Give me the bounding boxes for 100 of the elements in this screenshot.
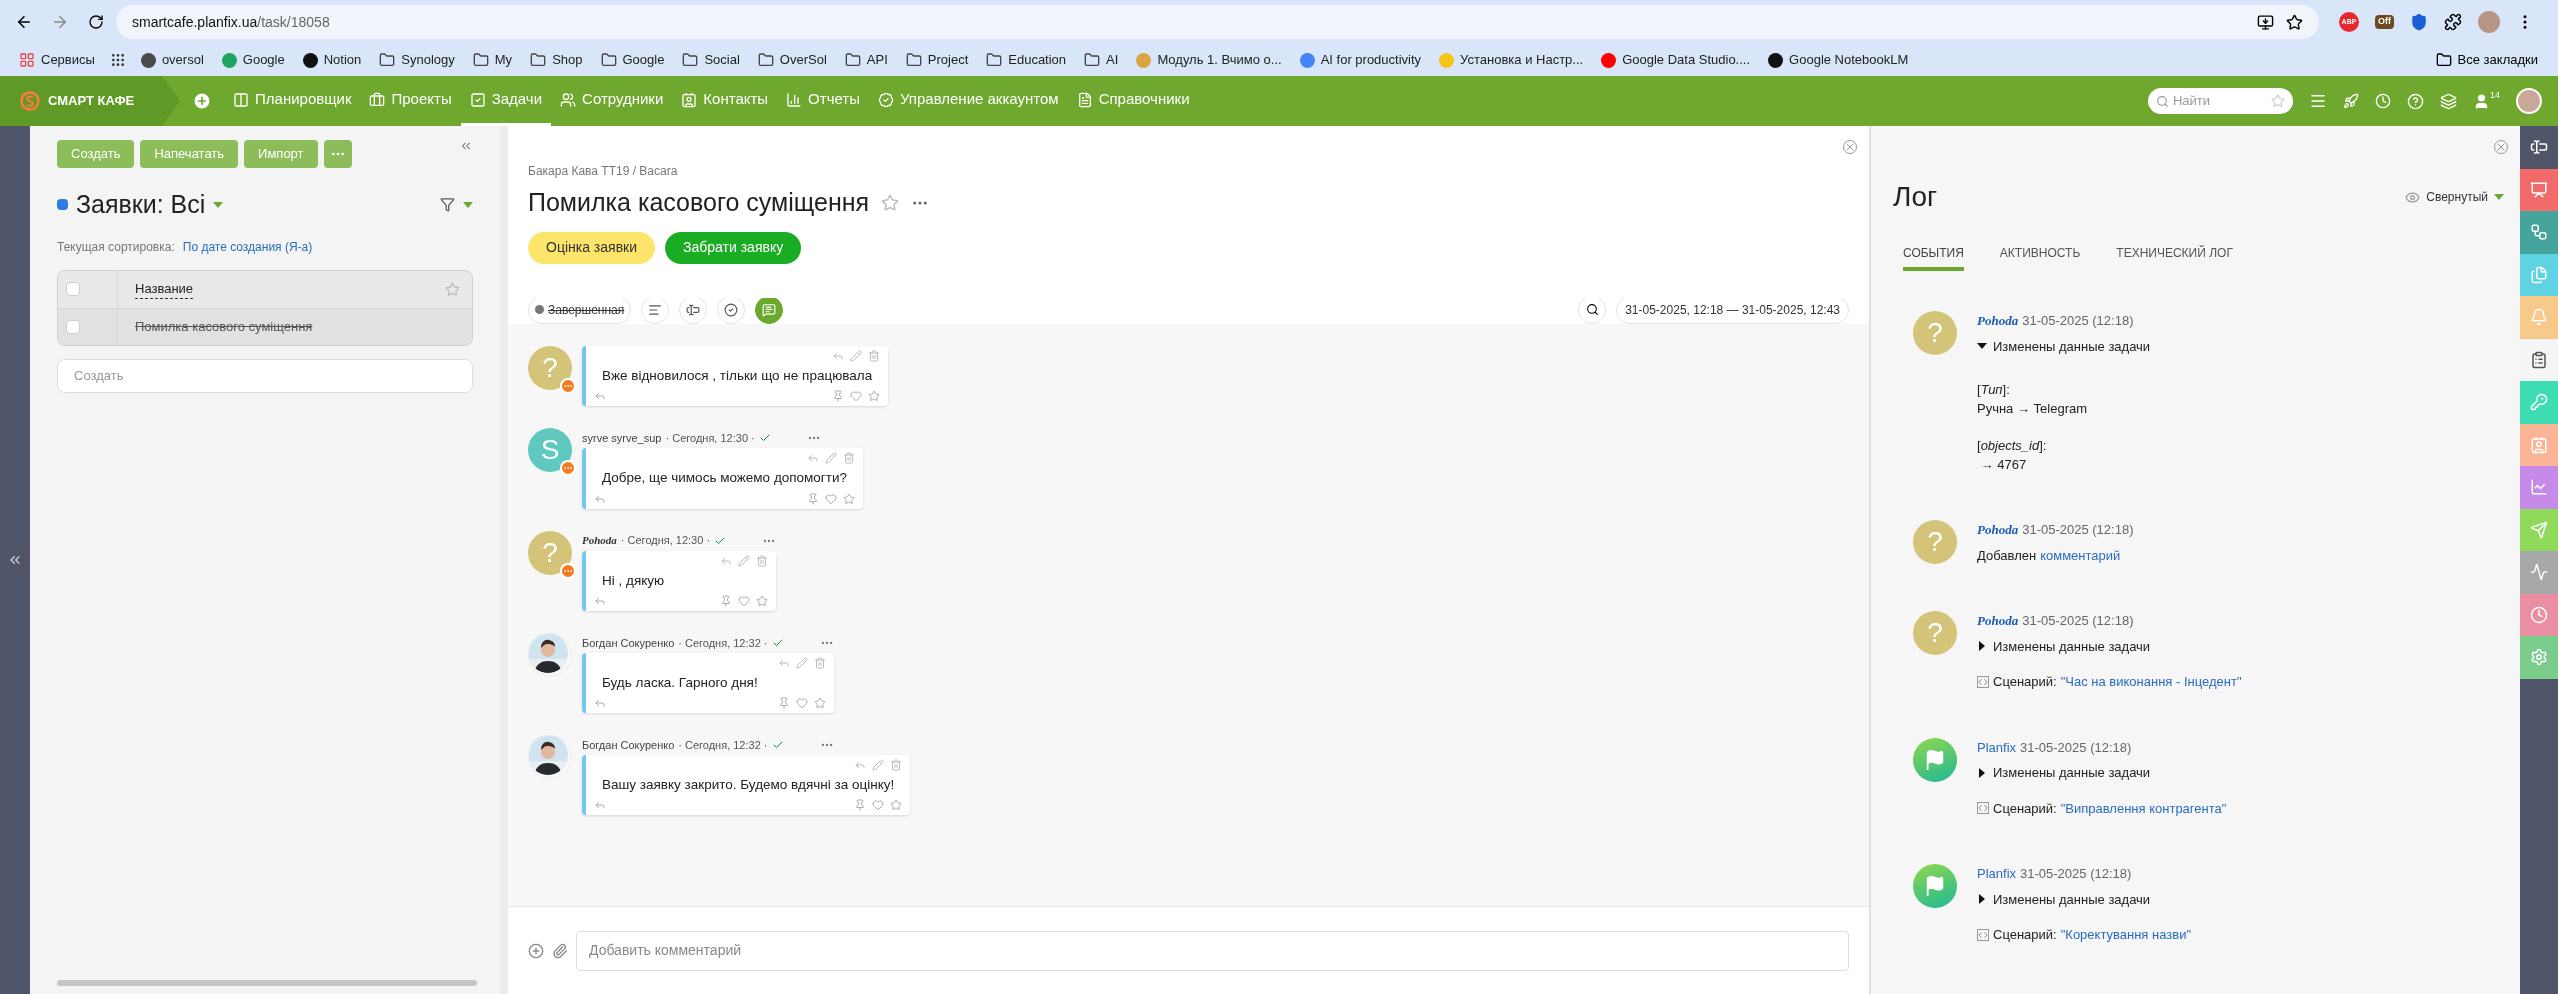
bookmark[interactable]: Google NotebookLM: [1761, 47, 1916, 73]
delete-icon[interactable]: [868, 350, 881, 362]
checkbox[interactable]: [66, 319, 80, 334]
star-icon[interactable]: [868, 390, 881, 403]
scenario-link[interactable]: "Час на виконання - Інцедент": [2060, 672, 2242, 692]
rocket-icon[interactable]: [2343, 93, 2359, 109]
event-action[interactable]: Изменены данные задачи: [1993, 636, 2151, 656]
more-button[interactable]: [323, 140, 352, 168]
layers-icon[interactable]: [2440, 92, 2457, 110]
author-name[interactable]: Богдан Сокуренко: [582, 634, 675, 651]
bookmark[interactable]: oversol: [133, 47, 211, 73]
edit-icon[interactable]: [795, 656, 808, 669]
bookmark[interactable]: AI for productivity: [1292, 47, 1429, 73]
pin-icon[interactable]: [720, 594, 733, 607]
bookmark[interactable]: API: [837, 47, 895, 73]
action-button[interactable]: Оцінка заявки: [528, 231, 656, 264]
edit-icon[interactable]: [825, 452, 838, 465]
log-tab[interactable]: СОБЫТИЯ: [1903, 244, 1964, 271]
author-name[interactable]: Pohoda: [582, 532, 617, 549]
checkbox[interactable]: [66, 282, 80, 296]
horizontal-scrollbar[interactable]: [57, 980, 477, 986]
profile-avatar[interactable]: [2478, 11, 2500, 33]
grid-icon[interactable]: [109, 52, 126, 68]
side-tool-button[interactable]: [2520, 168, 2558, 211]
log-tab[interactable]: ТЕХНИЧЕСКИЙ ЛОГ: [2116, 244, 2233, 271]
author-name[interactable]: Pohoda: [1977, 611, 2019, 631]
delete-icon[interactable]: [890, 759, 903, 771]
clock-icon[interactable]: [2375, 93, 2391, 109]
like-icon[interactable]: [795, 697, 808, 709]
bookmark[interactable]: Сервисы: [12, 47, 102, 73]
bookmark[interactable]: Education: [979, 47, 1074, 73]
add-icon[interactable]: [528, 942, 544, 959]
view-dropdown[interactable]: Свернутый: [2405, 188, 2504, 206]
breadcrumb[interactable]: Бакара Кава ТТ19 / Bacara: [528, 162, 1849, 180]
log-tab[interactable]: АКТИВНОСТЬ: [1999, 244, 2081, 271]
bookmark[interactable]: Synology: [372, 47, 462, 73]
comment-link[interactable]: комментарий: [2040, 545, 2121, 565]
star-icon[interactable]: [881, 193, 900, 212]
collapsed-triangle-icon[interactable]: [1977, 894, 1987, 905]
star-icon[interactable]: [445, 281, 460, 297]
bookmark[interactable]: OverSol: [750, 47, 834, 73]
star-icon[interactable]: [890, 799, 903, 812]
author-name[interactable]: syrve syrve_sup: [582, 430, 662, 447]
edit-icon[interactable]: [872, 759, 885, 771]
extensions-icon[interactable]: [2444, 13, 2462, 31]
star-icon[interactable]: [756, 594, 769, 607]
shield-icon[interactable]: [2410, 13, 2428, 31]
task-row[interactable]: Помилка касового суміщення: [58, 308, 472, 345]
delete-icon[interactable]: [756, 554, 769, 567]
bookmark[interactable]: Notion: [295, 47, 369, 73]
delete-icon[interactable]: [813, 656, 826, 669]
help-icon[interactable]: [2407, 92, 2424, 110]
collapsed-triangle-icon[interactable]: [1977, 767, 1987, 778]
like-icon[interactable]: [738, 594, 751, 607]
event-action[interactable]: Изменены данные задачи: [1993, 763, 2151, 783]
address-bar[interactable]: smartcafe.planfix.ua/task/18058: [116, 5, 2319, 39]
bookmark[interactable]: My: [465, 47, 520, 73]
pin-icon[interactable]: [777, 697, 790, 709]
comment-field[interactable]: Добавить комментарий: [576, 930, 1849, 971]
like-icon[interactable]: [872, 799, 885, 812]
filter-icon[interactable]: [440, 197, 455, 213]
bookmark[interactable]: Shop: [523, 47, 590, 73]
extension-badge[interactable]: Off: [2375, 15, 2394, 29]
reply-icon[interactable]: [854, 759, 867, 771]
edit-icon[interactable]: [850, 350, 863, 362]
pin-icon[interactable]: [807, 492, 820, 505]
star-icon[interactable]: [2271, 94, 2285, 108]
install-icon[interactable]: [2257, 13, 2274, 31]
delete-icon[interactable]: [843, 452, 856, 465]
user-icon[interactable]: [2473, 92, 2490, 110]
scenario-link[interactable]: "Виправлення контрагента": [2060, 798, 2227, 818]
bookmark[interactable]: Project: [898, 47, 976, 73]
collapsed-triangle-icon[interactable]: [1977, 641, 1987, 652]
author-name[interactable]: Pohoda: [1977, 520, 2019, 540]
bookmark[interactable]: Google Data Studio....: [1594, 47, 1758, 73]
bookmark[interactable]: Social: [675, 47, 747, 73]
scenario-link[interactable]: "Коректування назви": [2060, 925, 2192, 945]
bookmark-star-icon[interactable]: [2286, 13, 2303, 31]
attach-icon[interactable]: [552, 942, 568, 959]
edit-icon[interactable]: [738, 554, 751, 567]
bookmark[interactable]: Google: [593, 47, 672, 73]
reply-icon[interactable]: [832, 350, 845, 362]
author-name[interactable]: Богдан Сокуренко: [582, 736, 675, 754]
event-action[interactable]: Изменены данные задачи: [1993, 336, 2151, 356]
like-icon[interactable]: [825, 492, 838, 505]
bookmark[interactable]: Все закладки: [2427, 50, 2546, 70]
star-icon[interactable]: [813, 697, 826, 709]
collapse-icon[interactable]: [459, 139, 473, 153]
bookmark[interactable]: AI: [1077, 47, 1126, 73]
event-action[interactable]: Изменены данные задачи: [1993, 889, 2151, 909]
task-title[interactable]: Помилка касового суміщення: [135, 316, 313, 337]
column-header[interactable]: Название: [135, 278, 194, 300]
reply-icon[interactable]: [594, 697, 606, 709]
add-icon[interactable]: [192, 91, 212, 111]
pin-icon[interactable]: [832, 390, 845, 403]
bookmark[interactable]: Google: [214, 47, 292, 73]
author-name[interactable]: Pohoda: [1977, 311, 2019, 331]
author-name[interactable]: Planfix: [1977, 737, 2017, 757]
side-tool-button[interactable]: [2520, 338, 2558, 381]
pin-icon[interactable]: [854, 799, 867, 812]
